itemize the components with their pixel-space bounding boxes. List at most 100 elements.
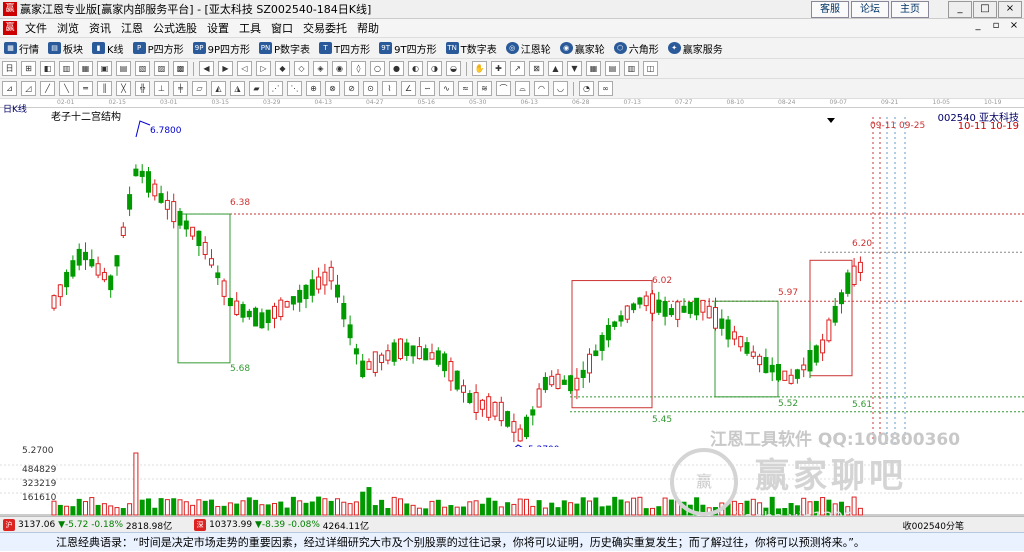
- t3-tool-13-icon[interactable]: ▰: [249, 81, 264, 96]
- t2-tool-15-icon[interactable]: ◆: [275, 61, 290, 76]
- t3-tool-15-icon[interactable]: ⋱: [287, 81, 302, 96]
- tool-9t-square[interactable]: 9T 9T四方形: [379, 41, 437, 56]
- menu-gann[interactable]: 江恩: [121, 20, 143, 36]
- t2-tool-27-icon[interactable]: ✚: [491, 61, 506, 76]
- tool-gann-wheel[interactable]: ◎ 江恩轮: [505, 41, 551, 56]
- t3-tool-25-icon[interactable]: ≋: [477, 81, 492, 96]
- menu-settings[interactable]: 设置: [207, 20, 229, 36]
- t2-tool-8-icon[interactable]: ▨: [154, 61, 169, 76]
- link-kefu[interactable]: 客服: [811, 1, 849, 18]
- child-close-icon[interactable]: ×: [1006, 20, 1022, 34]
- t2-tool-11-icon[interactable]: ◀: [199, 61, 214, 76]
- tool-t-square[interactable]: T T四方形: [319, 41, 370, 56]
- menu-window[interactable]: 窗口: [271, 20, 293, 36]
- tool-quote[interactable]: ▦ 行情: [4, 41, 39, 56]
- t2-tool-9-icon[interactable]: ▩: [173, 61, 188, 76]
- t2-tool-17-icon[interactable]: ◈: [313, 61, 328, 76]
- t3-tool-20-icon[interactable]: ⌇: [382, 81, 397, 96]
- t3-tool-19-icon[interactable]: ⊙: [363, 81, 378, 96]
- t3-tool-32-icon[interactable]: ∞: [598, 81, 613, 96]
- t3-tool-22-icon[interactable]: ∽: [420, 81, 435, 96]
- child-minimize-icon[interactable]: _: [970, 20, 986, 34]
- t2-tool-18-icon[interactable]: ◉: [332, 61, 347, 76]
- price-label-561: 5.61: [852, 400, 872, 410]
- t2-tool-33-icon[interactable]: ▤: [605, 61, 620, 76]
- child-restore-icon[interactable]: ▫: [988, 20, 1004, 34]
- t2-tool-6-icon[interactable]: ▤: [116, 61, 131, 76]
- t2-tool-28-icon[interactable]: ↗: [510, 61, 525, 76]
- t2-tool-22-icon[interactable]: ◐: [408, 61, 423, 76]
- t3-tool-5-icon[interactable]: ║: [97, 81, 112, 96]
- menu-formula[interactable]: 公式选股: [153, 20, 197, 36]
- t2-tool-1-icon[interactable]: ⊞: [21, 61, 36, 76]
- tool-p-square[interactable]: P P四方形: [132, 41, 184, 56]
- tool-service[interactable]: ✦ 赢家服务: [667, 41, 723, 56]
- t2-tool-3-icon[interactable]: ▥: [59, 61, 74, 76]
- t2-tool-13-icon[interactable]: ◁: [237, 61, 252, 76]
- t3-tool-18-icon[interactable]: ⊘: [344, 81, 359, 96]
- t3-tool-23-icon[interactable]: ∿: [439, 81, 454, 96]
- t3-tool-14-icon[interactable]: ⋰: [268, 81, 283, 96]
- tool-sector[interactable]: ▤ 板块: [48, 41, 83, 56]
- kline-chart[interactable]: 6.78006.385.685.27006.025.455.975.526.20…: [0, 107, 1024, 447]
- t2-tool-2-icon[interactable]: ◧: [40, 61, 55, 76]
- t2-tool-21-icon[interactable]: ●: [389, 61, 404, 76]
- t2-tool-26-icon[interactable]: ✋: [472, 61, 487, 76]
- t3-tool-10-icon[interactable]: ▱: [192, 81, 207, 96]
- t3-tool-11-icon[interactable]: ◭: [211, 81, 226, 96]
- menu-trade[interactable]: 交易委托: [303, 20, 347, 36]
- t3-tool-1-icon[interactable]: ◿: [21, 81, 36, 96]
- t3-tool-24-icon[interactable]: ≈: [458, 81, 473, 96]
- t2-tool-5-icon[interactable]: ▣: [97, 61, 112, 76]
- t3-tool-28-icon[interactable]: ◠: [534, 81, 549, 96]
- t3-tool-4-icon[interactable]: ═: [78, 81, 93, 96]
- t3-tool-2-icon[interactable]: ╱: [40, 81, 55, 96]
- menu-file[interactable]: 文件: [25, 20, 47, 36]
- tool-winner-wheel[interactable]: ◉ 赢家轮: [559, 41, 605, 56]
- tool-9p-square[interactable]: 9P 9P四方形: [192, 41, 250, 56]
- t3-tool-17-icon[interactable]: ⊗: [325, 81, 340, 96]
- t2-tool-23-icon[interactable]: ◑: [427, 61, 442, 76]
- t3-tool-16-icon[interactable]: ⊕: [306, 81, 321, 96]
- t2-tool-16-icon[interactable]: ◇: [294, 61, 309, 76]
- t3-tool-12-icon[interactable]: ◮: [230, 81, 245, 96]
- t3-tool-29-icon[interactable]: ◡: [553, 81, 568, 96]
- t2-tool-34-icon[interactable]: ▥: [624, 61, 639, 76]
- tool-kline[interactable]: ▮ K线: [92, 41, 124, 56]
- menu-browse[interactable]: 浏览: [57, 20, 79, 36]
- t2-tool-29-icon[interactable]: ⊠: [529, 61, 544, 76]
- close-icon[interactable]: ×: [998, 1, 1022, 18]
- t3-tool-26-icon[interactable]: ⌒: [496, 81, 511, 96]
- t3-tool-0-icon[interactable]: ⊿: [2, 81, 17, 96]
- t2-tool-0-icon[interactable]: 日: [2, 61, 17, 76]
- menu-news[interactable]: 资讯: [89, 20, 111, 36]
- t2-tool-20-icon[interactable]: ○: [370, 61, 385, 76]
- t2-tool-12-icon[interactable]: ▶: [218, 61, 233, 76]
- tool-p-table[interactable]: PN P数字表: [259, 41, 310, 56]
- t3-tool-27-icon[interactable]: ⌓: [515, 81, 530, 96]
- maximize-icon[interactable]: □: [973, 1, 997, 18]
- t3-tool-8-icon[interactable]: ⊥: [154, 81, 169, 96]
- t3-tool-6-icon[interactable]: ╳: [116, 81, 131, 96]
- t3-tool-7-icon[interactable]: ╬: [135, 81, 150, 96]
- t2-tool-14-icon[interactable]: ▷: [256, 61, 271, 76]
- t3-tool-9-icon[interactable]: ╪: [173, 81, 188, 96]
- menu-tools[interactable]: 工具: [239, 20, 261, 36]
- t2-tool-31-icon[interactable]: ▼: [567, 61, 582, 76]
- t2-tool-30-icon[interactable]: ▲: [548, 61, 563, 76]
- link-zhuye[interactable]: 主页: [891, 1, 929, 18]
- tool-t-table[interactable]: TN T数字表: [445, 41, 497, 56]
- t2-tool-4-icon[interactable]: ▦: [78, 61, 93, 76]
- t3-tool-21-icon[interactable]: ∠: [401, 81, 416, 96]
- t2-tool-24-icon[interactable]: ◒: [446, 61, 461, 76]
- t2-tool-7-icon[interactable]: ▧: [135, 61, 150, 76]
- t2-tool-32-icon[interactable]: ▦: [586, 61, 601, 76]
- t3-tool-31-icon[interactable]: ◔: [579, 81, 594, 96]
- tool-hexagon[interactable]: ⬡ 六角形: [613, 41, 659, 56]
- minimize-icon[interactable]: _: [948, 1, 972, 18]
- t3-tool-3-icon[interactable]: ╲: [59, 81, 74, 96]
- t2-tool-35-icon[interactable]: ◫: [643, 61, 658, 76]
- menu-help[interactable]: 帮助: [357, 20, 379, 36]
- t2-tool-19-icon[interactable]: ◊: [351, 61, 366, 76]
- link-luntan[interactable]: 论坛: [851, 1, 889, 18]
